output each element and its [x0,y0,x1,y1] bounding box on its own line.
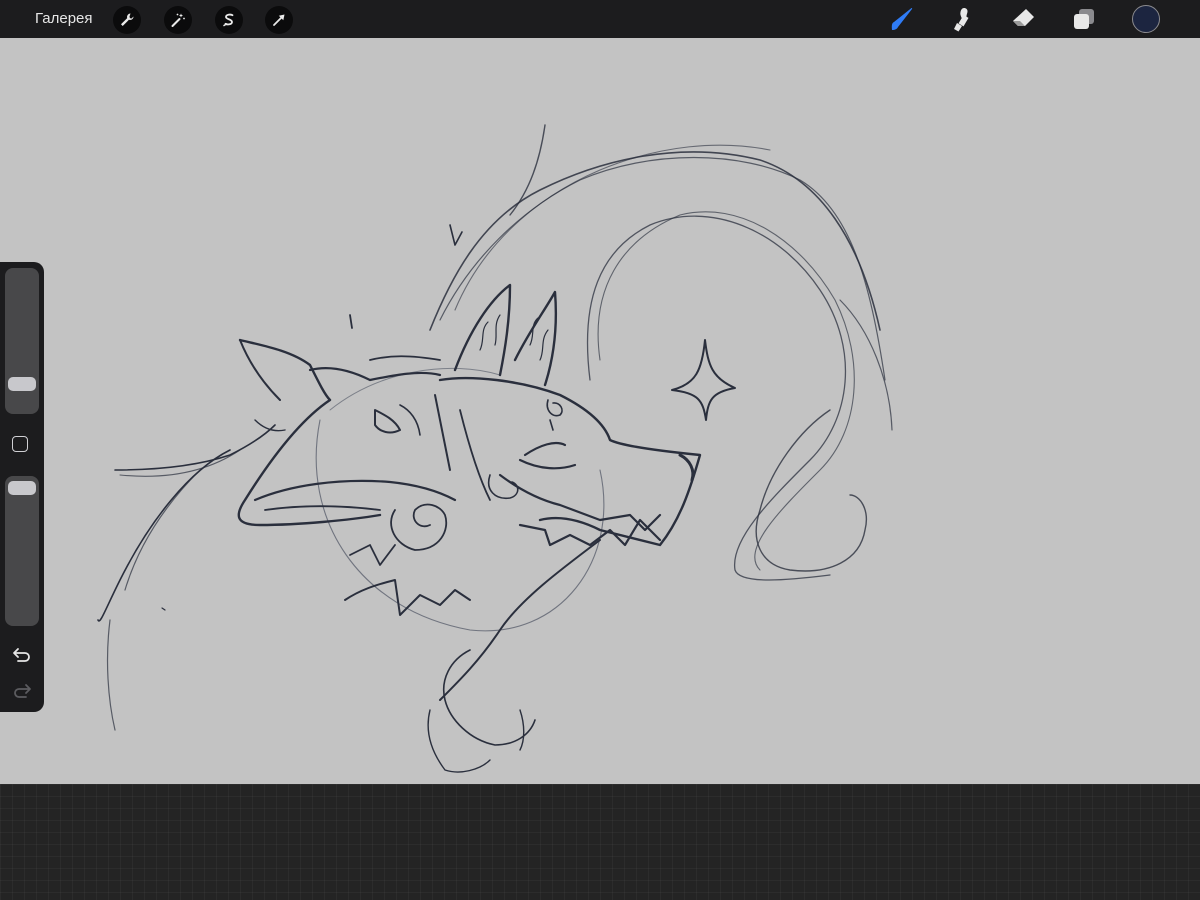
color-picker-button[interactable] [1132,5,1160,33]
adjustments-button[interactable] [164,6,192,34]
paint-tool-button[interactable] [887,4,917,34]
eraser-icon [1013,9,1034,26]
smudge-tool-button[interactable] [947,4,977,34]
redo-icon [14,684,31,698]
drawing-canvas[interactable] [0,38,1200,784]
magic-wand-icon [171,13,185,27]
selection-button[interactable] [215,6,243,34]
opacity-slider[interactable] [5,476,39,626]
selection-icon [223,13,234,27]
layers-icon [1074,9,1094,29]
brush-size-handle[interactable] [8,377,36,391]
eraser-tool-button[interactable] [1008,4,1038,34]
undo-icon [13,648,30,662]
undo-button[interactable] [10,644,34,666]
sketch-drawing [0,38,1200,784]
brush-size-slider[interactable] [5,268,39,414]
modify-square-icon[interactable] [12,436,28,452]
opacity-handle[interactable] [8,481,36,495]
left-sidebar [0,262,44,712]
gallery-button[interactable]: Галерея [35,10,93,28]
brush-icon [891,8,913,30]
redo-button[interactable] [10,680,34,702]
transform-button[interactable] [265,6,293,34]
workspace-background [0,784,1200,900]
wrench-icon [121,13,134,26]
actions-button[interactable] [113,6,141,34]
top-toolbar: Галерея [0,0,1200,38]
smudge-icon [954,8,969,32]
layers-tool-button[interactable] [1069,4,1099,34]
transform-arrow-icon [273,14,285,26]
